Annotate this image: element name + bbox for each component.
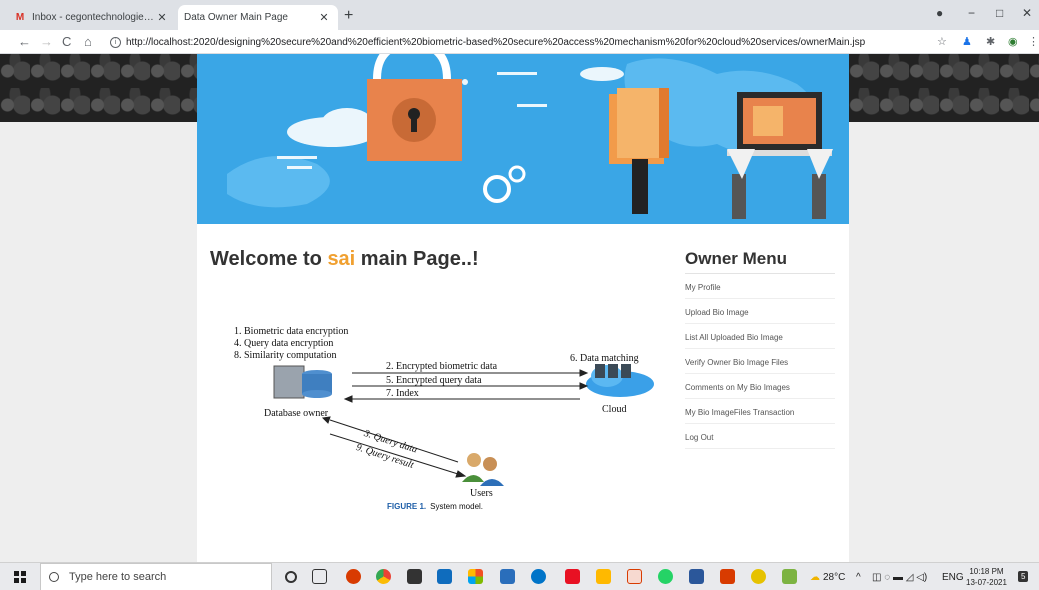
- cloud-label: Cloud: [602, 404, 627, 415]
- weather-temp[interactable]: 28°C: [823, 572, 845, 583]
- address-bar[interactable]: i http://localhost:2020/designing%20secu…: [110, 33, 920, 51]
- menu-item-comments-on-bio-images[interactable]: Comments on My Bio Images: [685, 374, 835, 399]
- windows-start-icon[interactable]: [14, 571, 26, 583]
- security-illustration: [227, 54, 833, 219]
- gmail-icon: M: [15, 12, 25, 23]
- menu-title: Owner Menu: [685, 249, 835, 274]
- notification-badge[interactable]: 5: [1018, 571, 1029, 582]
- browser-toolbar: ← → C ⌂ i http://localhost:2020/designin…: [0, 30, 1039, 54]
- users-label: Users: [470, 488, 493, 499]
- back-icon[interactable]: ←: [18, 34, 31, 49]
- bookmark-star-icon[interactable]: ☆: [937, 35, 947, 48]
- whatsapp-icon[interactable]: [658, 569, 673, 584]
- figure-caption-text: System model.: [430, 502, 484, 511]
- avatar[interactable]: ◉: [1008, 35, 1018, 48]
- star-app-icon[interactable]: [751, 569, 766, 584]
- new-tab-button[interactable]: +: [344, 7, 353, 25]
- menu-item-upload-bio-image[interactable]: Upload Bio Image: [685, 299, 835, 324]
- reload-icon[interactable]: C: [62, 34, 71, 49]
- language-indicator[interactable]: ENG: [942, 572, 964, 583]
- tray-icons[interactable]: ◫ ◌ ▬ ◿ ◁): [872, 572, 927, 583]
- welcome-prefix: Welcome to: [210, 248, 328, 270]
- figure-number: FIGURE 1.: [387, 502, 427, 511]
- close-tab-icon[interactable]: ✕: [154, 11, 170, 24]
- info-icon[interactable]: i: [110, 36, 121, 48]
- extension-person-icon[interactable]: ♟: [962, 35, 972, 48]
- figure-caption: FIGURE 1. System model.: [387, 502, 483, 511]
- close-tab-icon[interactable]: ✕: [316, 11, 332, 24]
- system-model-figure: 1. Biometric data encryption 4. Query da…: [212, 322, 689, 516]
- clock-time: 10:18 PM: [969, 567, 1004, 576]
- document-icon[interactable]: [627, 569, 642, 584]
- arrow-label: 2. Encrypted biometric data: [386, 361, 498, 372]
- username: sai: [327, 248, 356, 270]
- tab-strip: M Inbox - cegontechnologies@gm... ✕ ▦ Da…: [0, 0, 1039, 71]
- word-icon[interactable]: [689, 569, 704, 584]
- tab-data-owner-main-page[interactable]: ▦ Data Owner Main Page ✕: [178, 5, 338, 71]
- menu-item-list-uploaded-bio-image[interactable]: List All Uploaded Bio Image: [685, 324, 835, 349]
- header-banner: [197, 54, 849, 224]
- tab-title: Data Owner Main Page: [184, 12, 288, 23]
- dell-icon[interactable]: [531, 569, 546, 584]
- paint-icon[interactable]: [782, 569, 797, 584]
- profile-icon[interactable]: ●: [936, 6, 943, 20]
- main-content: Welcome to sai main Page..! 1. Biometric…: [197, 54, 849, 562]
- menu-kebab-icon[interactable]: ⋮: [1028, 35, 1039, 48]
- clock-date: 13-07-2021: [966, 578, 1007, 587]
- cortana-icon[interactable]: [285, 571, 297, 583]
- arrow-label: 5. Encrypted query data: [386, 375, 482, 386]
- taskbar: Type here to search ☁ 28°C ^ ◫ ◌ ▬ ◿ ◁) …: [0, 562, 1039, 590]
- mail-icon[interactable]: [437, 569, 452, 584]
- tab-title: Inbox - cegontechnologies@gm...: [32, 12, 154, 23]
- page-viewport: Welcome to sai main Page..! 1. Biometric…: [0, 54, 1039, 562]
- damask-pattern: [0, 54, 197, 122]
- store-icon[interactable]: [407, 569, 422, 584]
- menu-item-bio-imagefiles-transaction[interactable]: My Bio ImageFiles Transaction: [685, 399, 835, 424]
- apps-icon[interactable]: [468, 569, 483, 584]
- database-owner-label: Database owner: [264, 408, 329, 419]
- close-window-button[interactable]: ✕: [1022, 6, 1032, 20]
- weather-icon[interactable]: ☁: [810, 572, 820, 583]
- data-matching-label: 6. Data matching: [570, 353, 639, 364]
- forward-icon[interactable]: →: [40, 34, 53, 49]
- maximize-button[interactable]: □: [996, 6, 1003, 20]
- tab-inbox[interactable]: M Inbox - cegontechnologies@gm... ✕: [0, 5, 176, 30]
- search-placeholder: Type here to search: [69, 571, 167, 583]
- damask-pattern: [849, 54, 1039, 122]
- taskbar-search[interactable]: Type here to search: [40, 563, 272, 590]
- system-clock[interactable]: 10:18 PM 13-07-2021: [966, 566, 1007, 588]
- chevron-up-icon[interactable]: ^: [856, 572, 861, 583]
- welcome-suffix: main Page..!: [355, 248, 479, 270]
- menu-item-log-out[interactable]: Log Out: [685, 424, 835, 449]
- office-icon[interactable]: [346, 569, 361, 584]
- page-title: Welcome to sai main Page..!: [210, 248, 479, 271]
- task-view-icon[interactable]: [312, 569, 327, 584]
- url-text: http://localhost:2020/designing%20secure…: [126, 36, 866, 48]
- minimize-button[interactable]: −: [968, 6, 975, 20]
- menu-item-verify-owner-bio-image-files[interactable]: Verify Owner Bio Image Files: [685, 349, 835, 374]
- owner-menu: Owner Menu My Profile Upload Bio Image L…: [685, 249, 835, 449]
- file-explorer-icon[interactable]: [596, 569, 611, 584]
- extensions-puzzle-icon[interactable]: ✱: [986, 35, 995, 48]
- chrome-icon[interactable]: [376, 569, 391, 584]
- figure-arrows: [273, 364, 654, 486]
- settings-icon[interactable]: [500, 569, 515, 584]
- menu-item-my-profile[interactable]: My Profile: [685, 274, 835, 299]
- arrow-label: 7. Index: [386, 388, 419, 399]
- home-icon[interactable]: ⌂: [84, 34, 92, 49]
- office-app-icon[interactable]: [720, 569, 735, 584]
- search-icon: [49, 572, 59, 582]
- media-icon[interactable]: [565, 569, 580, 584]
